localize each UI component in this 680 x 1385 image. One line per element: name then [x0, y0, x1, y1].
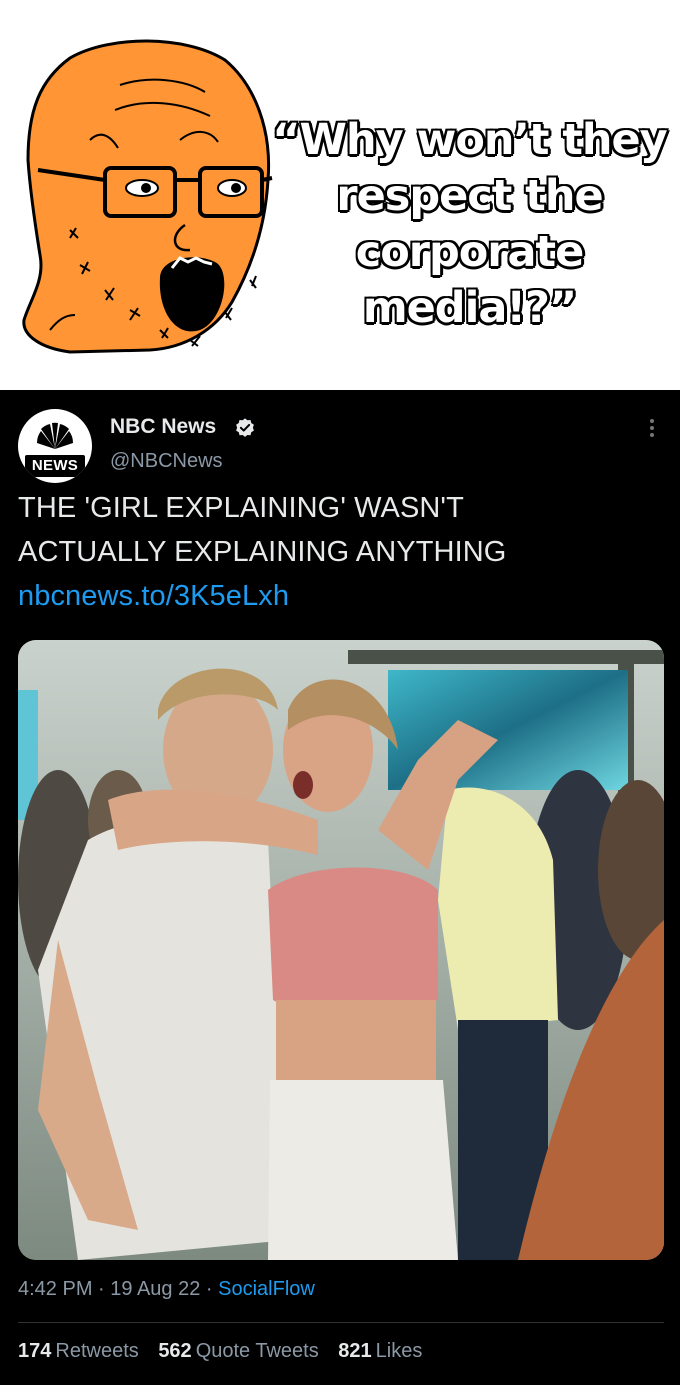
retweets-count: 174	[18, 1340, 52, 1362]
meme-panel: “Why won’t they respect the corporate me…	[0, 0, 680, 390]
tweet-time[interactable]: 4:42 PM	[18, 1278, 92, 1300]
retweets-label: Retweets	[55, 1340, 139, 1362]
author-handle[interactable]: @NBCNews	[110, 450, 223, 473]
likes-label: Likes	[375, 1340, 423, 1362]
tweet-stats: 174 Retweets 562 Quote Tweets 821 Likes	[18, 1340, 436, 1363]
author-display-name[interactable]: NBC News	[110, 415, 216, 439]
meme-caption: “Why won’t they respect the corporate me…	[262, 112, 677, 336]
tweet-text-line: THE 'GIRL EXPLAINING' WASN'T	[18, 492, 464, 524]
meme-caption-line: corporate media!?”	[355, 226, 586, 334]
tweet-link[interactable]: nbcnews.to/3K5eLxh	[18, 574, 658, 618]
tweet-card: NEWS NBC News @NBCNews THE 'GIRL EXPLAIN…	[0, 390, 680, 1385]
meta-separator: ·	[205, 1278, 219, 1300]
likes-count: 821	[338, 1340, 372, 1362]
quote-tweets-label: Quote Tweets	[195, 1340, 319, 1362]
stats-divider	[18, 1322, 664, 1323]
retweets-stat[interactable]: 174 Retweets	[18, 1340, 139, 1362]
tweet-meta: 4:42 PM · 19 Aug 22 · SocialFlow	[18, 1278, 315, 1301]
more-options-icon[interactable]	[640, 416, 664, 440]
avatar-news-label: NEWS	[25, 455, 85, 477]
festival-crowd-photo	[18, 640, 664, 1260]
meta-separator: ·	[98, 1278, 111, 1300]
tweet-text: THE 'GIRL EXPLAINING' WASN'T ACTUALLY EX…	[18, 486, 658, 618]
tweet-photo[interactable]	[18, 640, 664, 1260]
likes-stat[interactable]: 821 Likes	[338, 1340, 422, 1362]
verified-badge-icon	[236, 418, 254, 437]
soyjak-face-illustration	[22, 39, 273, 354]
meme-caption-line: respect the	[335, 170, 605, 222]
quote-tweets-count: 562	[158, 1340, 192, 1362]
tweet-date[interactable]: 19 Aug 22	[110, 1278, 200, 1300]
tweet-source[interactable]: SocialFlow	[218, 1278, 315, 1300]
nbc-news-avatar[interactable]: NEWS	[18, 409, 92, 483]
tweet-text-line: ACTUALLY EXPLAINING ANYTHING	[18, 536, 507, 568]
meme-caption-line: “Why won’t they	[271, 114, 669, 166]
quote-tweets-stat[interactable]: 562 Quote Tweets	[158, 1340, 318, 1362]
